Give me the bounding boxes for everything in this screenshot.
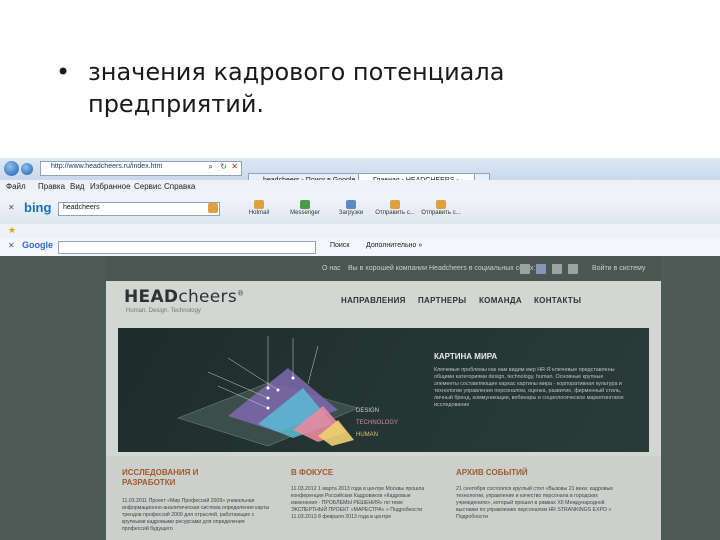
bing-search-input[interactable]: headcheers xyxy=(58,202,220,216)
world-map-graphic: DESIGN TECHNOLOGY HUMAN xyxy=(177,336,398,447)
toolbar-button-label: Отправить с... xyxy=(421,210,461,216)
news-columns: ИССЛЕДОВАНИЯ И РАЗРАБОТКИ 11.03.2011 Про… xyxy=(106,456,661,540)
google-search-button[interactable]: Поиск xyxy=(330,242,349,249)
toolbar-button-label: Hotmail xyxy=(248,210,270,216)
logo-mark: ® xyxy=(237,289,245,298)
column-heading-research[interactable]: ИССЛЕДОВАНИЯ И РАЗРАБОТКИ xyxy=(122,468,242,488)
url-field[interactable]: http://www.headcheers.ru/index.htm ⌕ ↻ ✕ xyxy=(40,161,242,176)
menu-edit[interactable]: Правка xyxy=(38,182,65,191)
toolbar-send-button-1[interactable]: Отправить с... xyxy=(372,200,418,220)
label-technology: TECHNOLOGY xyxy=(356,420,398,426)
favorites-bar: ★ xyxy=(0,224,720,239)
twitter-icon[interactable] xyxy=(520,264,530,274)
menu-tools[interactable]: Сервис xyxy=(134,182,161,191)
menu-bar: Файл Правка Вид Избранное Сервис Справка xyxy=(0,180,720,195)
blog-icon[interactable] xyxy=(568,264,578,274)
favorites-star-icon[interactable]: ★ xyxy=(8,225,16,236)
login-link[interactable]: Войти в систему xyxy=(592,265,646,272)
toolbar-messenger-button[interactable]: Messenger xyxy=(282,200,328,220)
google-toolbar: ✕ Google Поиск Дополнительно » xyxy=(0,238,720,257)
site-tagline: Human. Design. Technology xyxy=(126,308,201,314)
forward-button[interactable] xyxy=(21,163,33,175)
close-icon[interactable]: ✕ xyxy=(8,203,15,212)
label-human: HUMAN xyxy=(356,432,378,438)
nav-contacts[interactable]: КОНТАКТЫ xyxy=(534,296,581,305)
bullet-marker: • xyxy=(56,58,71,86)
bing-logo: bing xyxy=(24,200,52,215)
toolbar-button-label: Отправить с... xyxy=(375,210,415,216)
menu-help[interactable]: Справка xyxy=(164,182,195,191)
linkedin-icon[interactable] xyxy=(552,264,562,274)
mail-icon xyxy=(254,200,264,209)
label-design: DESIGN xyxy=(356,408,379,414)
logo-light: cheers xyxy=(178,287,237,307)
toolbar-send-button-2[interactable]: Отправить с... xyxy=(418,200,464,220)
google-search-input[interactable] xyxy=(58,241,316,254)
close-icon[interactable]: ✕ xyxy=(8,241,15,250)
nav-team[interactable]: КОМАНДА xyxy=(479,296,522,305)
stop-icon[interactable]: ✕ xyxy=(231,162,238,171)
hero-title: КАРТИНА МИРА xyxy=(434,352,498,361)
url-text: http://www.headcheers.ru/index.htm xyxy=(51,163,163,170)
web-page: О нас Вы в хорошей компании Headcheers в… xyxy=(0,256,720,540)
headcheers-site: О нас Вы в хорошей компании Headcheers в… xyxy=(106,256,661,540)
google-logo: Google xyxy=(22,240,53,250)
send-icon xyxy=(390,200,400,209)
address-bar-row: http://www.headcheers.ru/index.htm ⌕ ↻ ✕… xyxy=(0,158,720,188)
bullet-text: значения кадрового потенциала предприяти… xyxy=(88,58,505,118)
send-icon xyxy=(436,200,446,209)
toolbar-button-label: Messenger xyxy=(290,210,320,216)
nav-partners[interactable]: ПАРТНЕРЫ xyxy=(418,296,466,305)
bing-query-text: headcheers xyxy=(63,204,100,211)
column-heading-focus[interactable]: В ФОКУСЕ xyxy=(291,468,431,478)
messenger-icon xyxy=(300,200,310,209)
top-link-about[interactable]: О нас xyxy=(322,265,341,272)
hero-text: Ключевые проблемы как нам видим мир HR-Я… xyxy=(434,367,624,408)
search-icon[interactable]: ⌕ xyxy=(209,162,213,172)
logo-bold: HEAD xyxy=(124,287,179,307)
toolbar-downloads-button[interactable]: Загрузки xyxy=(328,200,374,220)
facebook-icon[interactable] xyxy=(536,264,546,274)
toolbar-hotmail-button[interactable]: Hotmail xyxy=(236,200,282,220)
menu-file[interactable]: Файл xyxy=(6,182,26,191)
column-heading-archive[interactable]: АРХИВ СОБЫТИЙ xyxy=(456,468,616,478)
menu-favorites[interactable]: Избранное xyxy=(90,182,131,191)
menu-view[interactable]: Вид xyxy=(70,182,84,191)
downloads-icon xyxy=(346,200,356,209)
search-icon[interactable] xyxy=(208,203,218,213)
site-top-bar: О нас Вы в хорошей компании Headcheers в… xyxy=(106,256,661,281)
column-text-research: 11.03.2011 Проект «Мир Профессий 2009» у… xyxy=(122,498,270,532)
browser-screenshot: http://www.headcheers.ru/index.htm ⌕ ↻ ✕… xyxy=(0,158,720,540)
site-logo[interactable]: HEADcheers® xyxy=(124,287,244,307)
top-link-company[interactable]: Вы в хорошей компании xyxy=(348,265,427,272)
refresh-icon[interactable]: ↻ xyxy=(220,162,227,171)
google-more-link[interactable]: Дополнительно » xyxy=(366,242,422,249)
toolbar-button-label: Загрузки xyxy=(338,210,364,216)
bing-toolbar: ✕ bing headcheers Hotmail Messenger Загр… xyxy=(0,194,720,225)
nav-directions[interactable]: НАПРАВЛЕНИЯ xyxy=(341,296,406,305)
back-button[interactable] xyxy=(4,161,19,176)
column-text-archive: 21 сентября состоялся круглый стол «Вызо… xyxy=(456,486,614,520)
column-text-focus: 11.03.2012 1 марта 2013 года в центре Мо… xyxy=(291,486,425,520)
